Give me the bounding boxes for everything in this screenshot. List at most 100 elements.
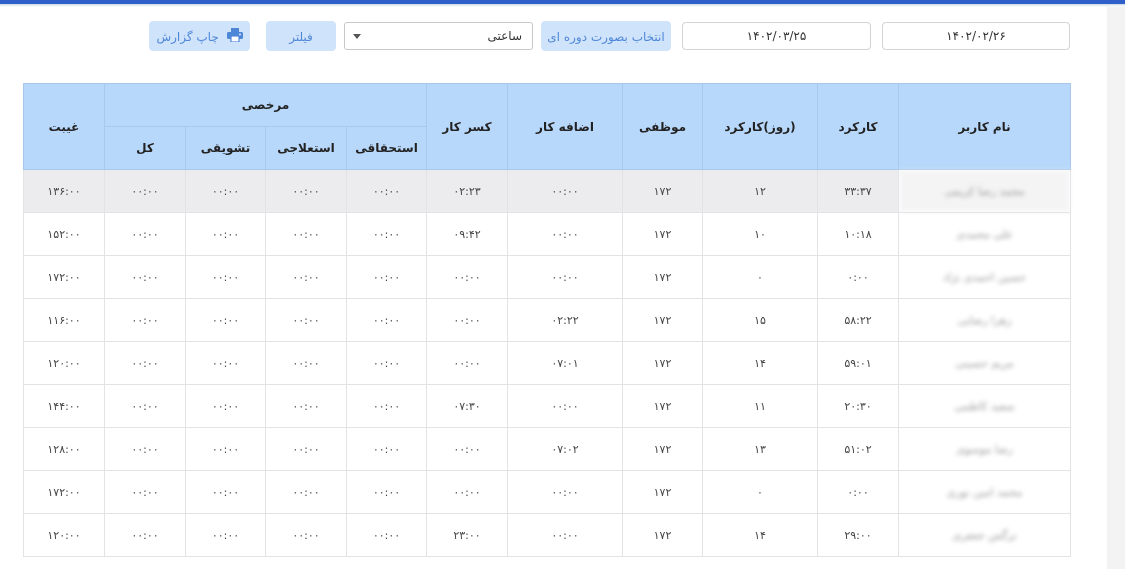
- date-to-field[interactable]: ۱۴۰۲/۰۳/۲۵: [682, 22, 871, 50]
- table-row[interactable]: حسین احمدی نژاد ۰:۰۰ ۰ ۱۷۲ ۰۰:۰۰ ۰۰:۰۰ ۰۰:۰۰ ۰۰…: [23, 255, 1072, 299]
- cell-name: زهرا رضایی: [898, 298, 1072, 342]
- cell-days: ۱۱: [702, 384, 819, 428]
- cell-required: ۱۷۲: [622, 384, 704, 428]
- cell-overtime: ۰۷:۰۱: [507, 341, 624, 385]
- cell-overtime: ۰۰:۰۰: [507, 513, 624, 557]
- cell-absence: ۱۷۲:۰۰: [23, 470, 105, 514]
- cell-incentive: ۰۰:۰۰: [185, 384, 267, 428]
- cell-name: مریم حسینی: [898, 341, 1072, 385]
- cell-total: ۰۰:۰۰: [103, 212, 187, 256]
- header-required[interactable]: موظفی: [622, 83, 704, 170]
- cell-incentive: ۰۰:۰۰: [185, 169, 267, 213]
- cell-total: ۰۰:۰۰: [103, 384, 187, 428]
- cell-sick: ۰۰:۰۰: [265, 513, 348, 557]
- cell-entitled: ۰۰:۰۰: [346, 255, 428, 299]
- cell-work: ۱۰:۱۸: [817, 212, 900, 256]
- cell-entitled: ۰۰:۰۰: [346, 513, 428, 557]
- cell-entitled: ۰۰:۰۰: [346, 212, 428, 256]
- unit-select-value: ساعتی: [487, 29, 523, 43]
- cell-name: سعید کاظمی: [898, 384, 1072, 428]
- cell-deficit: ۰۰:۰۰: [426, 255, 509, 299]
- cell-work: ۵۹:۰۱: [817, 341, 900, 385]
- header-overtime[interactable]: اضافه کار: [507, 83, 624, 170]
- cell-incentive: ۰۰:۰۰: [185, 212, 267, 256]
- cell-required: ۱۷۲: [622, 341, 704, 385]
- cell-incentive: ۰۰:۰۰: [185, 427, 267, 471]
- header-leave-entitled[interactable]: استحقاقی: [346, 126, 428, 170]
- header-leave-incentive[interactable]: تشویقی: [185, 126, 267, 170]
- cell-entitled: ۰۰:۰۰: [346, 427, 428, 471]
- cell-overtime: ۰۰:۰۰: [507, 169, 624, 213]
- cell-total: ۰۰:۰۰: [103, 427, 187, 471]
- cell-incentive: ۰۰:۰۰: [185, 298, 267, 342]
- print-report-button[interactable]: چاپ گزارش: [149, 21, 250, 51]
- table-row[interactable]: نرگس جعفری ۲۹:۰۰ ۱۴ ۱۷۲ ۰۰:۰۰ ۲۳:۰۰ ۰۰:۰۰ ۰۰:۰۰…: [23, 513, 1072, 557]
- cell-days: ۰: [702, 255, 819, 299]
- cell-required: ۱۷۲: [622, 212, 704, 256]
- table-row[interactable]: محمد امین نوری ۰:۰۰ ۰ ۱۷۲ ۰۰:۰۰ ۰۰:۰۰ ۰۰:۰۰ ۰۰:…: [23, 470, 1072, 514]
- header-user-name[interactable]: نام کاربر: [898, 83, 1072, 170]
- cell-entitled: ۰۰:۰۰: [346, 384, 428, 428]
- cell-absence: ۱۲۰:۰۰: [23, 513, 105, 557]
- cell-absence: ۱۷۲:۰۰: [23, 255, 105, 299]
- period-select-button[interactable]: انتخاب بصورت دوره ای: [541, 21, 671, 51]
- cell-incentive: ۰۰:۰۰: [185, 255, 267, 299]
- cell-incentive: ۰۰:۰۰: [185, 470, 267, 514]
- unit-select[interactable]: ساعتی: [344, 22, 533, 50]
- cell-deficit: ۰۲:۲۳: [426, 169, 509, 213]
- cell-total: ۰۰:۰۰: [103, 255, 187, 299]
- cell-sick: ۰۰:۰۰: [265, 255, 348, 299]
- cell-total: ۰۰:۰۰: [103, 298, 187, 342]
- header-leave: مرخصی: [103, 83, 428, 127]
- cell-work: ۰:۰۰: [817, 470, 900, 514]
- cell-required: ۱۷۲: [622, 169, 704, 213]
- cell-entitled: ۰۰:۰۰: [346, 298, 428, 342]
- cell-sick: ۰۰:۰۰: [265, 427, 348, 471]
- cell-absence: ۱۴۴:۰۰: [23, 384, 105, 428]
- cell-deficit: ۲۳:۰۰: [426, 513, 509, 557]
- cell-days: ۱۵: [702, 298, 819, 342]
- cell-sick: ۰۰:۰۰: [265, 384, 348, 428]
- header-deficit[interactable]: کسر کار: [426, 83, 509, 170]
- cell-absence: ۱۳۶:۰۰: [23, 169, 105, 213]
- table-row[interactable]: زهرا رضایی ۵۸:۲۲ ۱۵ ۱۷۲ ۰۲:۲۲ ۰۰:۰۰ ۰۰:۰۰ ۰۰:۰۰…: [23, 298, 1072, 342]
- cell-total: ۰۰:۰۰: [103, 341, 187, 385]
- table-row[interactable]: محمد رضا کریمی ۳۳:۳۷ ۱۲ ۱۷۲ ۰۰:۰۰ ۰۲:۲۳ ۰۰:۰۰ ۰…: [23, 169, 1072, 213]
- cell-sick: ۰۰:۰۰: [265, 341, 348, 385]
- cell-overtime: ۰۰:۰۰: [507, 212, 624, 256]
- cell-deficit: ۰۷:۳۰: [426, 384, 509, 428]
- header-absence[interactable]: غیبت: [23, 83, 105, 170]
- cell-name: حسین احمدی نژاد: [898, 255, 1072, 299]
- cell-overtime: ۰۰:۰۰: [507, 384, 624, 428]
- table-row[interactable]: مریم حسینی ۵۹:۰۱ ۱۴ ۱۷۲ ۰۷:۰۱ ۰۰:۰۰ ۰۰:۰۰ ۰۰:۰۰…: [23, 341, 1072, 385]
- cell-days: ۱۴: [702, 513, 819, 557]
- header-leave-sick[interactable]: استعلاجی: [265, 126, 348, 170]
- table-row[interactable]: علی محمدی ۱۰:۱۸ ۱۰ ۱۷۲ ۰۰:۰۰ ۰۹:۴۲ ۰۰:۰۰ ۰۰:۰۰ ۰…: [23, 212, 1072, 256]
- cell-work: ۵۱:۰۲: [817, 427, 900, 471]
- cell-work: ۲۰:۳۰: [817, 384, 900, 428]
- table-row[interactable]: سعید کاظمی ۲۰:۳۰ ۱۱ ۱۷۲ ۰۰:۰۰ ۰۷:۳۰ ۰۰:۰۰ ۰۰:۰۰…: [23, 384, 1072, 428]
- filter-button[interactable]: فیلتر: [266, 21, 336, 51]
- cell-required: ۱۷۲: [622, 470, 704, 514]
- header-work-days[interactable]: (روز)کارکرد: [702, 83, 819, 170]
- cell-name: علی محمدی: [898, 212, 1072, 256]
- cell-work: ۵۸:۲۲: [817, 298, 900, 342]
- cell-work: ۲۹:۰۰: [817, 513, 900, 557]
- cell-required: ۱۷۲: [622, 298, 704, 342]
- cell-required: ۱۷۲: [622, 427, 704, 471]
- cell-sick: ۰۰:۰۰: [265, 470, 348, 514]
- cell-days: ۱۴: [702, 341, 819, 385]
- table-row[interactable]: رضا موسوی ۵۱:۰۲ ۱۳ ۱۷۲ ۰۷:۰۲ ۰۰:۰۰ ۰۰:۰۰ ۰۰:۰۰ ۰…: [23, 427, 1072, 471]
- cell-sick: ۰۰:۰۰: [265, 169, 348, 213]
- header-work[interactable]: کارکرد: [817, 83, 900, 170]
- cell-entitled: ۰۰:۰۰: [346, 341, 428, 385]
- date-from-field[interactable]: ۱۴۰۲/۰۲/۲۶: [882, 22, 1070, 50]
- cell-incentive: ۰۰:۰۰: [185, 513, 267, 557]
- cell-work: ۰:۰۰: [817, 255, 900, 299]
- scroll-gutter: [1107, 7, 1125, 569]
- cell-absence: ۱۲۸:۰۰: [23, 427, 105, 471]
- cell-sick: ۰۰:۰۰: [265, 212, 348, 256]
- print-report-label: چاپ گزارش: [156, 30, 219, 44]
- header-leave-total[interactable]: کل: [103, 126, 187, 170]
- cell-deficit: ۰۰:۰۰: [426, 298, 509, 342]
